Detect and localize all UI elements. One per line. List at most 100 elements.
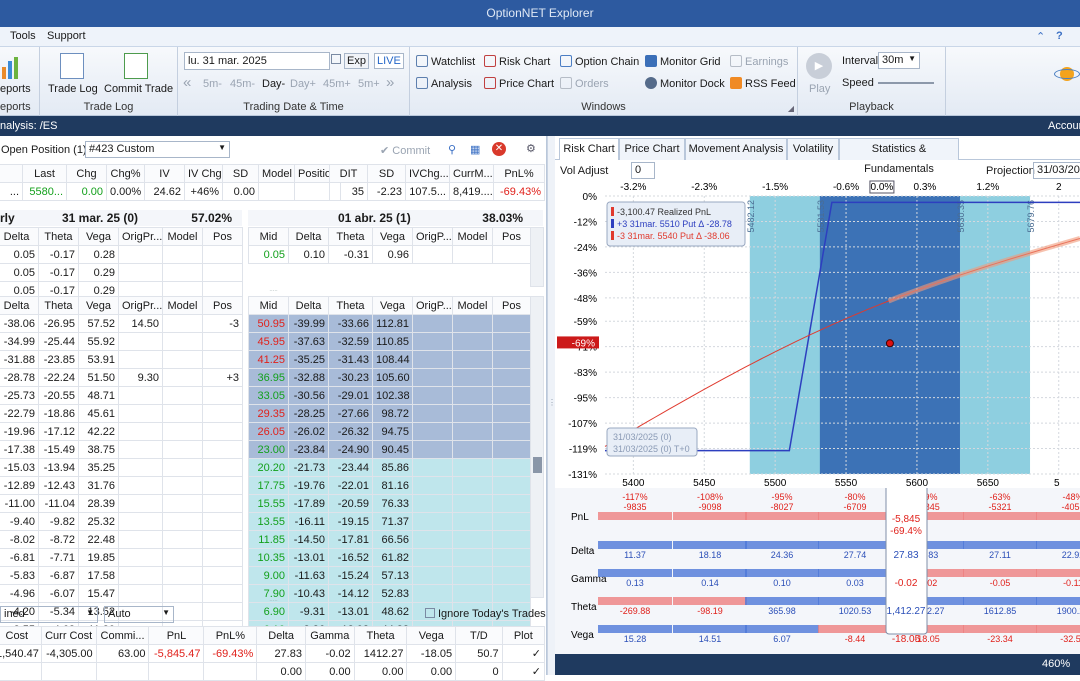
column-header[interactable]: Cost: [0, 626, 42, 645]
table-row[interactable]: 23.00 -23.84 -24.90 90.45: [248, 440, 531, 459]
column-header[interactable]: Commi...: [95, 626, 150, 645]
price-chart-button[interactable]: Price Chart: [484, 77, 554, 90]
reports-icon[interactable]: [0, 55, 22, 79]
commit-trade-icon[interactable]: [124, 53, 148, 79]
grid-icon[interactable]: ▦: [470, 143, 480, 156]
scrollbar-upper[interactable]: [530, 227, 544, 287]
chart-tab-risk-chart[interactable]: Risk Chart: [559, 138, 619, 160]
column-header[interactable]: PnL: [148, 626, 205, 645]
column-header[interactable]: OrigPr...: [118, 296, 163, 315]
table-row[interactable]: 13.55 -16.11 -19.15 71.37: [248, 512, 531, 531]
fast-forward-icon[interactable]: »: [386, 74, 394, 91]
table-row[interactable]: -19.96 -17.12 42.22: [0, 422, 243, 441]
trade-log-icon[interactable]: [60, 53, 84, 79]
table-row[interactable]: -17.38 -15.49 38.75: [0, 440, 243, 459]
table-row[interactable]: 10.35 -13.01 -16.52 61.82: [248, 548, 531, 567]
table-row[interactable]: -8.02 -8.72 22.48: [0, 530, 243, 549]
column-header[interactable]: Vega: [372, 296, 413, 315]
interval-select[interactable]: 30m ▼: [878, 52, 920, 69]
column-header[interactable]: Plot: [501, 626, 545, 645]
expand-icon[interactable]: ◢: [788, 104, 794, 113]
column-header[interactable]: Delta: [288, 296, 329, 315]
risk-chart[interactable]: 0%-12%-24%-36%-48%-59%-71%-83%-95%-107%-…: [555, 180, 1080, 486]
risk-chart-button[interactable]: Risk Chart: [484, 55, 550, 68]
column-header[interactable]: Gamma: [304, 626, 355, 645]
vol-adjust-input[interactable]: 0: [631, 162, 655, 179]
column-header[interactable]: Theta: [353, 626, 408, 645]
ignore-trades-checkbox[interactable]: Ignore Today's Trades: [425, 608, 546, 620]
live-button[interactable]: LIVE: [374, 53, 404, 69]
menu-tools[interactable]: Tools: [10, 30, 36, 42]
table-row[interactable]: -25.73 -20.55 48.71: [0, 386, 243, 405]
column-header[interactable]: Theta: [38, 296, 79, 315]
table-row[interactable]: 0.05 -0.17 0.29: [0, 263, 243, 282]
table-row[interactable]: -34.99 -25.44 55.92: [0, 332, 243, 351]
chart-tab-movement-analysis[interactable]: Movement Analysis: [685, 138, 787, 160]
search-icon[interactable]: ⚲: [448, 143, 456, 156]
column-header[interactable]: Model: [452, 227, 493, 246]
table-row[interactable]: -38.06 -26.95 57.52 14.50 -3: [0, 314, 243, 333]
option-chain-button[interactable]: Option Chain: [560, 55, 639, 68]
splitter-handle-2[interactable]: ∙∙∙∙∙: [0, 598, 547, 606]
table-row[interactable]: 17.75 -19.76 -22.01 81.16: [248, 476, 531, 495]
table-row[interactable]: 0.05 -0.17 0.28: [0, 245, 243, 264]
column-header[interactable]: Delta: [288, 227, 329, 246]
table-row[interactable]: 20.20 -21.73 -23.44 85.86: [248, 458, 531, 477]
column-header[interactable]: Curr Cost: [40, 626, 97, 645]
column-header[interactable]: Theta: [38, 227, 79, 246]
column-header[interactable]: Mid: [248, 227, 289, 246]
column-header[interactable]: Model: [452, 296, 493, 315]
help-icon[interactable]: ?: [1056, 30, 1063, 42]
table-row[interactable]: 0.05 0.10 -0.31 0.96: [248, 245, 531, 264]
chevron-up-icon[interactable]: ⌃: [1036, 30, 1045, 43]
column-header[interactable]: Vega: [406, 626, 457, 645]
table-row[interactable]: 1,540.47 -4,305.00 63.00 -5,845.47 -69.43% 27…: [0, 644, 545, 663]
table-row[interactable]: 11.85 -14.50 -17.81 66.56: [248, 530, 531, 549]
column-header[interactable]: Delta: [256, 626, 306, 645]
column-header[interactable]: Pos: [492, 296, 531, 315]
table-row[interactable]: -5.83 -6.87 17.58: [0, 566, 243, 585]
gear-icon[interactable]: ⚙: [526, 142, 536, 155]
play-button[interactable]: Play: [809, 83, 830, 95]
column-header[interactable]: Delta: [0, 227, 39, 246]
table-row[interactable]: 0.00 0.00 0.00 0.00 0 ✓: [0, 662, 545, 681]
column-header[interactable]: OrigP...: [412, 227, 453, 246]
column-header[interactable]: Theta: [328, 227, 373, 246]
table-row[interactable]: 36.95 -32.88 -30.23 105.60: [248, 368, 531, 387]
delete-icon[interactable]: ✕: [492, 142, 506, 156]
earnings-button[interactable]: Earnings: [730, 55, 788, 68]
commit-button[interactable]: ✔ Commit: [380, 144, 430, 157]
nav-5m-forward[interactable]: 5m+: [358, 78, 380, 90]
column-header[interactable]: OrigP...: [412, 296, 453, 315]
filter-select[interactable]: ined ▼: [0, 606, 98, 623]
table-row[interactable]: -31.88 -23.85 53.91: [0, 350, 243, 369]
chart-tab-volatility[interactable]: Volatility: [787, 138, 839, 160]
nav-45m-back[interactable]: 45m-: [230, 78, 255, 90]
calendar-icon[interactable]: [331, 54, 341, 64]
rss-feed-button[interactable]: RSS Feed: [730, 77, 796, 90]
column-header[interactable]: T/D: [455, 626, 503, 645]
table-row[interactable]: -22.79 -18.86 45.61: [0, 404, 243, 423]
table-row[interactable]: -12.89 -12.43 31.76: [0, 476, 243, 495]
table-row[interactable]: -15.03 -13.94 35.25: [0, 458, 243, 477]
column-header[interactable]: Model: [162, 227, 203, 246]
column-header[interactable]: Model: [162, 296, 203, 315]
column-header[interactable]: Pos: [492, 227, 531, 246]
account-tab[interactable]: Accoun: [1048, 120, 1080, 132]
column-header[interactable]: Delta: [0, 296, 39, 315]
column-header[interactable]: OrigPr...: [118, 227, 163, 246]
auto-select[interactable]: Auto ▼: [104, 606, 174, 623]
table-row[interactable]: -6.81 -7.71 19.85: [0, 548, 243, 567]
splitter-handle[interactable]: ∙∙∙∙∙: [0, 288, 547, 296]
monitor-dock-button[interactable]: Monitor Dock: [645, 77, 725, 90]
column-header[interactable]: Pos: [202, 227, 243, 246]
column-header[interactable]: Pos: [202, 296, 243, 315]
menu-support[interactable]: Support: [47, 30, 86, 42]
table-row[interactable]: 50.95 -39.99 -33.66 112.81: [248, 314, 531, 333]
table-row[interactable]: -11.00 -11.04 28.39: [0, 494, 243, 513]
nav-day-forward[interactable]: Day+: [290, 78, 316, 90]
table-row[interactable]: -9.40 -9.82 25.32: [0, 512, 243, 531]
nav-45m-forward[interactable]: 45m+: [323, 78, 351, 90]
speed-slider[interactable]: [878, 82, 934, 84]
commit-trade-button[interactable]: Commit Trade: [104, 83, 173, 95]
